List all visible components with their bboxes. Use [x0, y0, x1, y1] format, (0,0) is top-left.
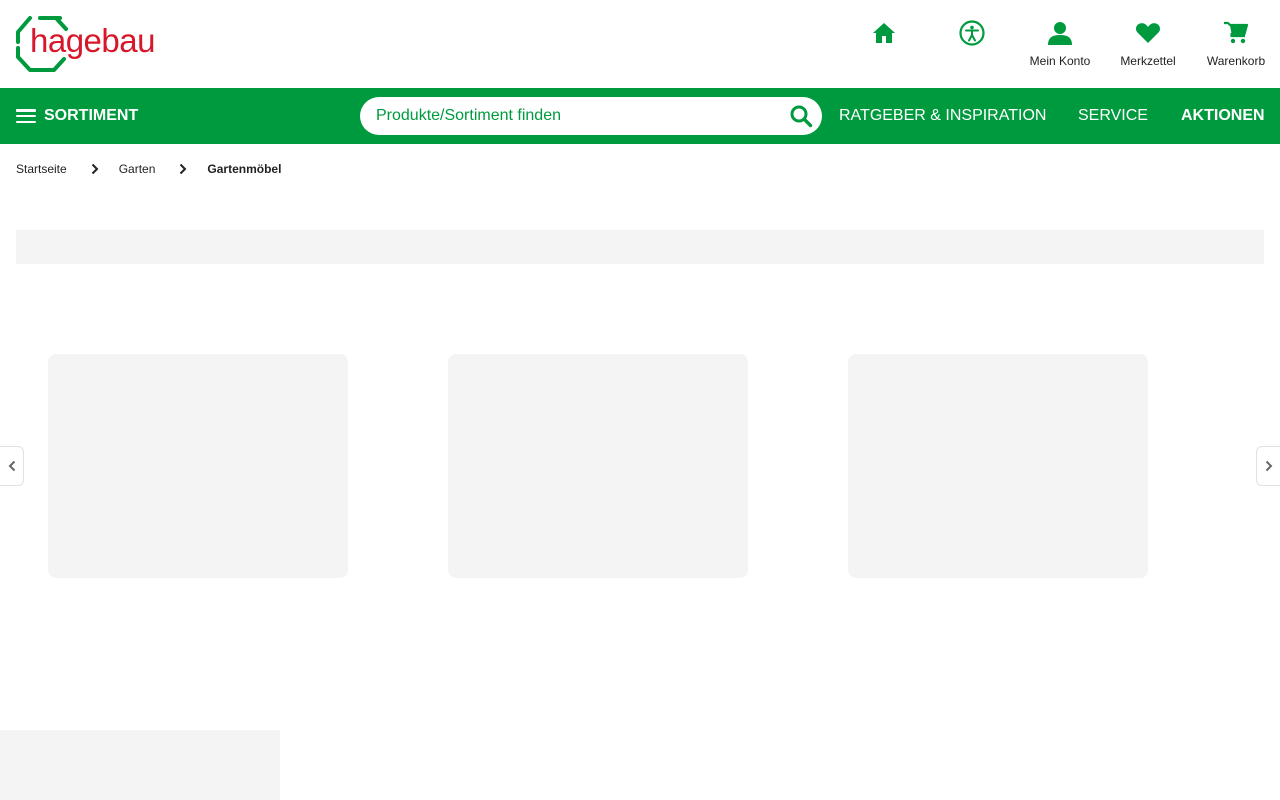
sortiment-label: SORTIMENT [44, 107, 139, 124]
nav-link-service[interactable]: SERVICE [1078, 88, 1148, 144]
carousel-card-placeholder[interactable] [48, 354, 348, 578]
main-navigation: SORTIMENT RATGEBER & INSPIRATION SERVICE… [0, 88, 1280, 144]
wishlist-label: Merkzettel [1120, 54, 1176, 68]
home-button[interactable] [869, 18, 899, 48]
cart-button[interactable]: Warenkorb [1206, 18, 1266, 68]
carousel-card-placeholder[interactable] [848, 354, 1148, 578]
loading-placeholder-block [0, 730, 280, 800]
nav-link-aktionen[interactable]: AKTIONEN [1181, 88, 1265, 144]
accessibility-icon [957, 18, 987, 48]
chevron-right-icon [179, 163, 187, 175]
breadcrumb-item-garten[interactable]: Garten [119, 162, 156, 176]
cart-label: Warenkorb [1206, 54, 1266, 68]
loading-placeholder-bar [16, 230, 1264, 264]
account-button[interactable]: Mein Konto [1030, 18, 1090, 68]
search-icon [790, 105, 813, 128]
chevron-left-icon [8, 460, 15, 472]
carousel-card-placeholder[interactable] [448, 354, 748, 578]
breadcrumb: Startseite Garten Gartenmöbel [16, 160, 281, 178]
user-icon [1045, 18, 1075, 48]
hamburger-icon [16, 109, 36, 123]
header-icon-group: Mein Konto Merkzettel Warenkorb [0, 18, 1280, 74]
nav-link-ratgeber[interactable]: RATGEBER & INSPIRATION [839, 88, 1046, 144]
cart-icon [1221, 18, 1251, 48]
breadcrumb-item-gartenmoebel: Gartenmöbel [207, 162, 282, 176]
carousel-prev-button[interactable] [0, 446, 24, 486]
search-button[interactable] [788, 103, 814, 129]
search-input[interactable] [376, 101, 776, 131]
heart-icon [1133, 18, 1163, 48]
wishlist-button[interactable]: Merkzettel [1118, 18, 1178, 68]
carousel-next-button[interactable] [1256, 446, 1280, 486]
chevron-right-icon [1265, 460, 1272, 472]
search-bar [360, 97, 822, 135]
accessibility-button[interactable] [957, 18, 987, 48]
home-icon [869, 18, 899, 48]
sortiment-menu-button[interactable]: SORTIMENT [16, 88, 138, 144]
chevron-right-icon [91, 163, 99, 175]
breadcrumb-item-startseite[interactable]: Startseite [16, 162, 67, 176]
site-header: hagebau Mein Konto Merkzettel Warenkorb [0, 0, 1280, 88]
account-label: Mein Konto [1029, 54, 1091, 68]
